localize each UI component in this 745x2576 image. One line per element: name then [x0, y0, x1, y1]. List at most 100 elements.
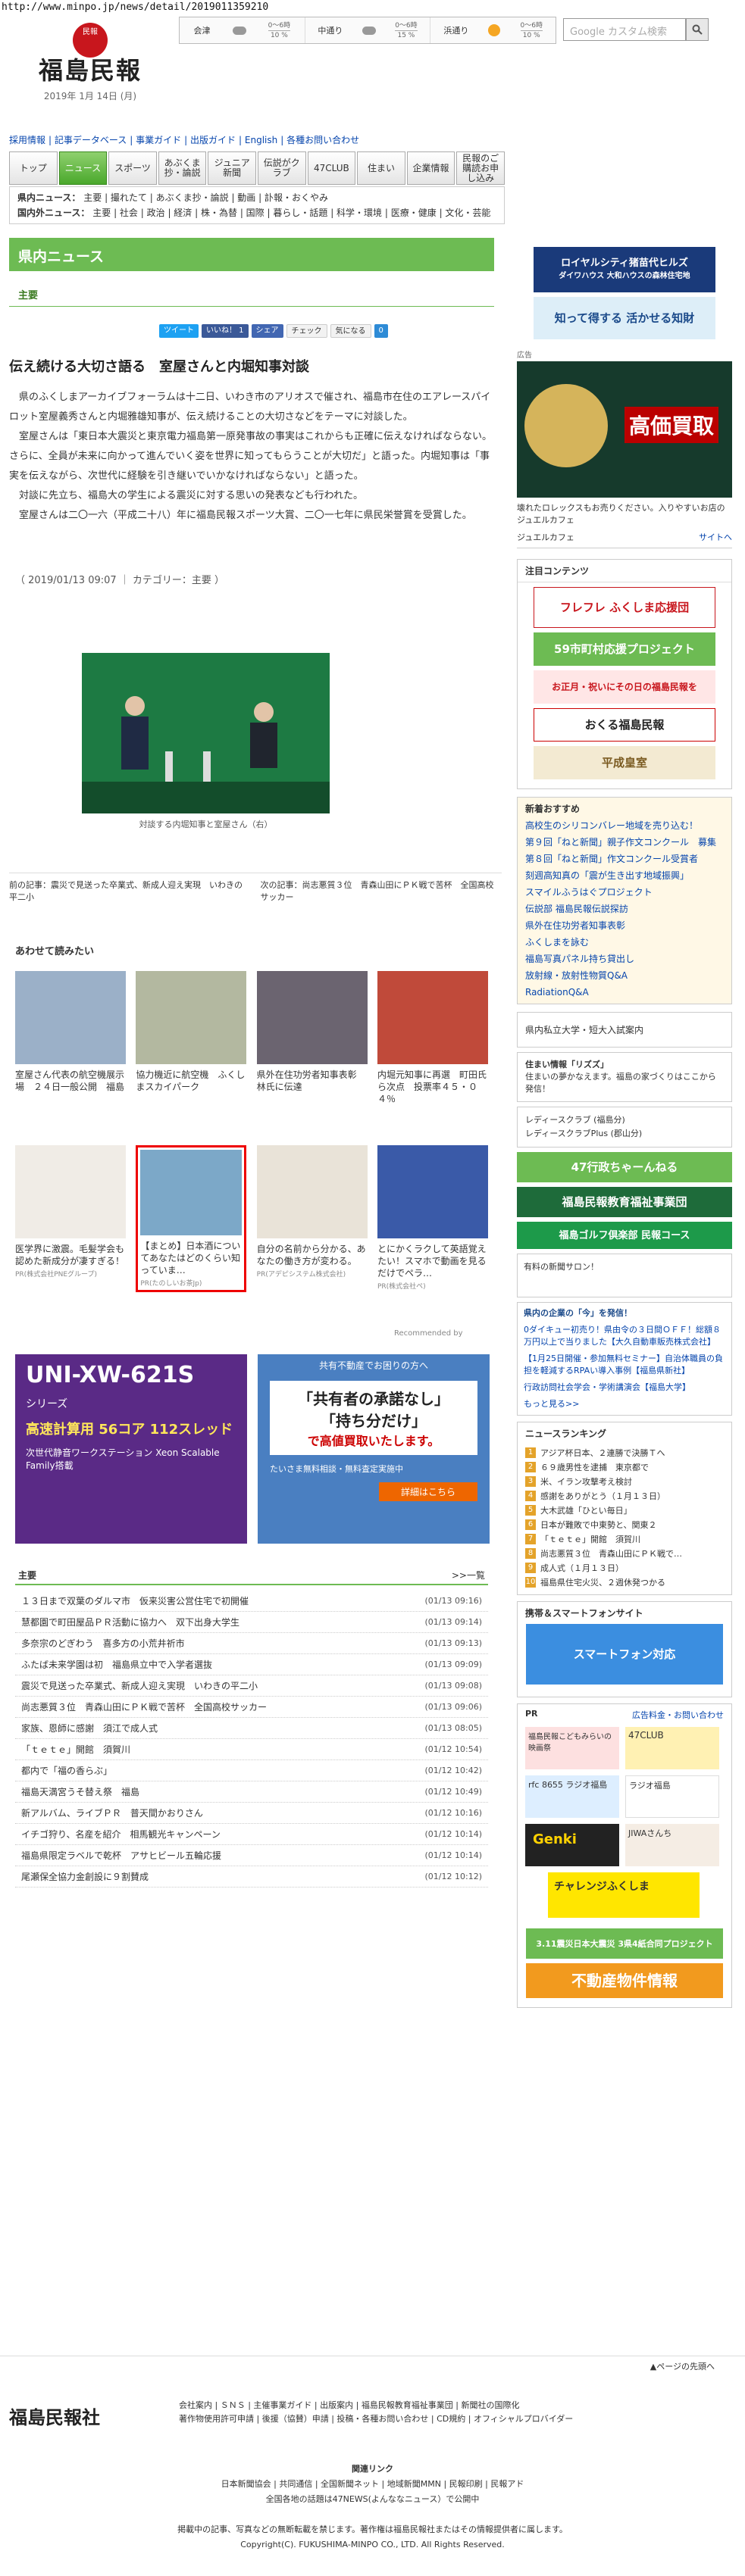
project-banner[interactable]: 3.11震災日本大震災 3県4紙合同プロジェクト [526, 1928, 723, 1959]
ad-realestate[interactable]: 共有不動産でお困りの方へ 「共有者の承諾なし」 「持ち分だけ」 で高値買取いたし… [258, 1354, 490, 1544]
pr-banner[interactable]: チャレンジふくしま [548, 1872, 700, 1918]
related-card[interactable]: 自分の名前から分かる、あなたの働き方が変わる。 PR(アデピシステム株式会社) [256, 1145, 368, 1292]
news-list-item[interactable]: 多奈宗のどぎわう 喜多方の小荒井祈市 (01/13 09:13) [15, 1633, 488, 1654]
util-link[interactable]: English [245, 135, 277, 145]
edu-banner[interactable]: 福島民報教育福祉事業団 [517, 1187, 732, 1217]
subnav-link[interactable]: 科学・環境 [337, 208, 382, 218]
topic-link[interactable]: 県外在住功労者知事表彰 [518, 917, 731, 934]
ad-workstation[interactable]: UNI-XW-621S シリーズ 高速計算用 56コア 112スレッド 次世代静… [15, 1354, 247, 1544]
nav-abukuma[interactable]: あぶくま抄・論説 [158, 151, 207, 185]
subnav-link[interactable]: 文化・芸能 [445, 208, 490, 218]
ad-shop[interactable]: ジュエルカフェ [517, 531, 574, 543]
news-title[interactable]: 都内で「福の香らぶ」 [21, 1764, 112, 1777]
related-card[interactable]: 協力機近に航空機 ふくしまスカイパーク [136, 971, 247, 1105]
bookmark-button[interactable]: 気になる [330, 324, 371, 338]
footer-47news[interactable]: 全国各地の話題は47NEWS(よんななニュース）で公開中 [0, 2492, 745, 2507]
util-link[interactable]: 採用情報 [9, 135, 45, 145]
news-list-item[interactable]: イチゴ狩り、名産を紹介 相馬観光キャンペーン (01/12 10:14) [15, 1824, 488, 1845]
topic-link[interactable]: スマイルふうはぐプロジェクト [518, 884, 731, 901]
rank-item[interactable]: 6 日本が難敗で中東勢と、関東２ [518, 1518, 731, 1532]
related-card-highlighted[interactable]: 【まとめ】日本酒についてあなたはどのくらい知っていま… PR(たのしいお茶Jp) [136, 1145, 247, 1292]
pr-contact-link[interactable]: 広告料金・お問い合わせ [632, 1709, 724, 1721]
attention-banner[interactable]: フレフレ ふくしま応援団 [534, 587, 715, 628]
ad-site-link[interactable]: サイトへ [699, 531, 732, 543]
rank-item[interactable]: 1 アジア杯日本、２連勝で決勝Ｔへ [518, 1446, 731, 1460]
util-link[interactable]: 事業ガイド [136, 135, 181, 145]
subnav-link[interactable]: 主要 [92, 208, 111, 218]
news-title[interactable]: 「ｔｅｔｅ」開館 須賀川 [21, 1743, 130, 1756]
press-link[interactable]: 0ダイキュー初売り！県由令の３日間ＯＦＦ！総額８万円以上で当りました【大久自動車… [524, 1324, 725, 1348]
pr-banner[interactable]: 47CLUB [625, 1727, 719, 1769]
nav-junior[interactable]: ジュニア新聞 [208, 151, 256, 185]
nav-news[interactable]: ニュース [58, 151, 108, 185]
footer-link[interactable]: 出版案内 [320, 2400, 353, 2410]
search-button[interactable] [686, 18, 709, 41]
rank-item[interactable]: 9 成人式（１月１３日） [518, 1561, 731, 1575]
rank-item[interactable]: 5 大木武雄「ひとい毎日」 [518, 1503, 731, 1518]
sidebar-banner[interactable]: 知って得する 活かせる知財 [534, 297, 715, 339]
prev-article-link[interactable]: 前の記事：震災で見送った卒業式、新成人迎え実現 いわきの平二小 [9, 879, 251, 904]
sidebar-banner[interactable]: ロイヤルシティ猪苗代ヒルズ ダイワハウス 大和ハウスの森林住宅地 [534, 247, 715, 292]
footer-link[interactable]: オフィシャルプロバイダー [474, 2414, 573, 2424]
univ-link[interactable]: 県内私立大学・短大入試案内 [525, 1025, 643, 1035]
univ-box[interactable]: 県内私立大学・短大入試案内 [517, 1012, 732, 1048]
news-title[interactable]: 新アルバム、ライブＰＲ 普天間かおりさん [21, 1806, 203, 1819]
news-list-more-link[interactable]: >>一覧 [452, 1569, 485, 1584]
press-link[interactable]: 行政訪問社会学会・学術講演会【福島大学】 [524, 1382, 725, 1394]
subnav-link[interactable]: 動画 [237, 192, 255, 203]
nav-47club[interactable]: 47CLUB [307, 151, 356, 185]
hatena-count[interactable]: 0 [374, 324, 388, 338]
lives-box[interactable]: 住まい情報「リズズ」 住まいの夢かなえます。福島の家づくりはここから発信！ [517, 1052, 732, 1102]
footer-link[interactable]: 共同通信 [279, 2479, 312, 2489]
news-list-item[interactable]: 福島県限定ラベルで乾杯 アサヒビール五輪応援 (01/12 10:14) [15, 1845, 488, 1866]
news-list-item[interactable]: 尾瀬保全協力金創設に９割賛成 (01/12 10:12) [15, 1866, 488, 1888]
nav-densetsu[interactable]: 伝説がクラブ [257, 151, 306, 185]
news-list-item[interactable]: 尚志悪質３位 青森山田にＰＫ戦で苦杯 全国高校サッカー (01/13 09:06) [15, 1697, 488, 1718]
pr-banner[interactable]: ラジオ福島 [625, 1775, 719, 1818]
subnav-link[interactable]: 政治 [147, 208, 165, 218]
rank-item[interactable]: 2 ６９歳男性を逮捕 東京都で [518, 1460, 731, 1475]
subnav-link[interactable]: 国際 [246, 208, 265, 218]
nav-subscribe[interactable]: 民報のご購読お申し込み [456, 151, 505, 185]
footer-link[interactable]: 民報印刷 [449, 2479, 483, 2489]
subnav-link[interactable]: 主要 [83, 192, 102, 203]
news-title[interactable]: 福島県限定ラベルで乾杯 アサヒビール五輪応援 [21, 1849, 221, 1862]
subnav-link[interactable]: 撮れたて [111, 192, 147, 203]
topic-link[interactable]: ふくしまを詠む [518, 934, 731, 951]
topic-link[interactable]: RadiationQ&A [518, 984, 731, 1001]
footer-link[interactable]: 全国新聞ネット [321, 2479, 379, 2489]
util-link[interactable]: 記事データベース [55, 135, 127, 145]
search-input[interactable]: Google カスタム検索 [563, 18, 686, 41]
footer-link[interactable]: 日本新聞協会 [221, 2479, 271, 2489]
news-list-item[interactable]: 「ｔｅｔｅ」開館 須賀川 (01/12 10:54) [15, 1739, 488, 1760]
util-link[interactable]: 各種お問い合わせ [286, 135, 359, 145]
subnav-link[interactable]: あぶくま抄・論説 [156, 192, 229, 203]
salon-banner[interactable]: 有料の新聞サロン！ [517, 1254, 732, 1297]
news-title[interactable]: 福島天満宮うそ替え祭 福島 [21, 1785, 139, 1798]
subnav-link[interactable]: 株・為替 [201, 208, 237, 218]
footer-logo[interactable]: 福島民報社 [9, 2403, 100, 2429]
news-title[interactable]: 多奈宗のどぎわう 喜多方の小荒井祈市 [21, 1637, 185, 1650]
fudosan-banner[interactable]: 不動産物件情報 [526, 1963, 723, 1998]
subnav-link[interactable]: 経済 [174, 208, 192, 218]
attention-banner[interactable]: 59市町村応援プロジェクト [534, 632, 715, 666]
nav-sumai[interactable]: 住まい [357, 151, 405, 185]
next-article-link[interactable]: 次の記事：尚志悪質３位 青森山田にＰＫ戦で苦杯 全国高校サッカー [261, 879, 502, 904]
news-list-item[interactable]: 福島天満宮うそ替え祭 福島 (01/12 10:49) [15, 1781, 488, 1803]
util-link[interactable]: 出版ガイド [190, 135, 236, 145]
news-title[interactable]: イチゴ狩り、名産を紹介 相馬観光キャンペーン [21, 1828, 221, 1841]
rolex-ad[interactable]: 高価買取 [517, 361, 732, 498]
footer-link[interactable]: 後援（協賛）申請 [262, 2414, 329, 2424]
footer-link[interactable]: 会社案内 [179, 2400, 212, 2410]
news-list-item[interactable]: １３日まで双葉のダルマ市 仮来災害公営住宅で初開催 (01/13 09:16) [15, 1591, 488, 1612]
smartphone-banner[interactable]: スマートフォン対応 [526, 1624, 723, 1685]
news-title[interactable]: １３日まで双葉のダルマ市 仮来災害公営住宅で初開催 [21, 1594, 249, 1607]
footer-link[interactable]: CD規約 [437, 2414, 465, 2424]
news-title[interactable]: ふたば未来学園は初 福島県立中で入学者選抜 [21, 1658, 212, 1671]
news-list-item[interactable]: 慧都園で町田屋品ＰＲ活動に協力へ 双下出身大学生 (01/13 09:14) [15, 1612, 488, 1633]
news-title[interactable]: 尚志悪質３位 青森山田にＰＫ戦で苦杯 全国高校サッカー [21, 1700, 267, 1713]
footer-link[interactable]: 新聞社の国際化 [462, 2400, 520, 2410]
related-card[interactable]: とにかくラクして英語覚えたい！スマホで動画を見るだけでペラ… PR(株式会社ペ) [377, 1145, 488, 1292]
site-logo[interactable]: 民報 福島民報 2019年 1月 14日 (月) [29, 23, 152, 101]
attention-banner[interactable]: 平成皇室 [534, 746, 715, 779]
